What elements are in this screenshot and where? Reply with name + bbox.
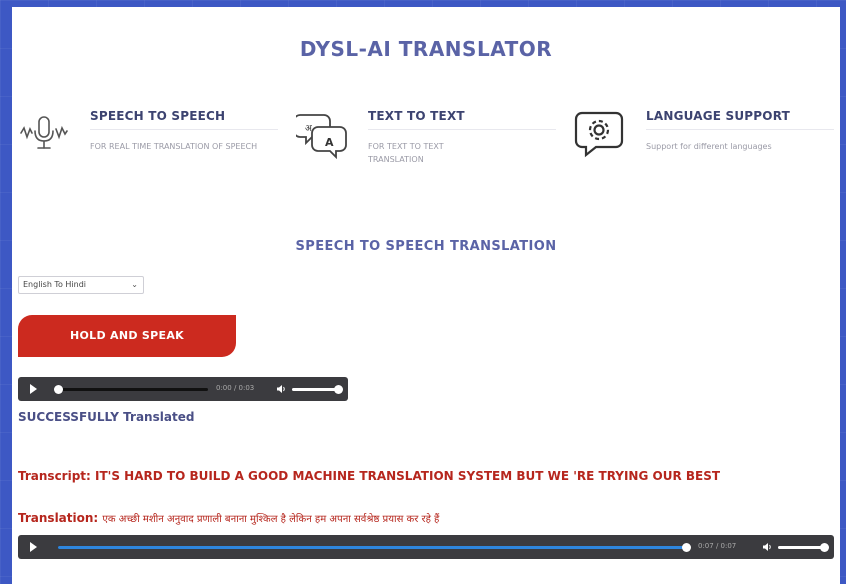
volume-thumb[interactable] [820, 543, 829, 552]
seek-bar[interactable] [54, 385, 208, 394]
volume-slider[interactable] [778, 543, 829, 552]
play-icon[interactable] [30, 384, 37, 394]
feature-speech-to-speech: SPEECH TO SPEECH FOR REAL TIME TRANSLATI… [18, 105, 280, 185]
feature-divider [646, 129, 834, 130]
feature-description: FOR REAL TIME TRANSLATION OF SPEECH [90, 142, 258, 151]
microphone-wave-icon [20, 116, 68, 149]
feature-title: LANGUAGE SUPPORT [646, 109, 790, 123]
settings-chat-icon [574, 111, 624, 158]
translation-label: Translation: [18, 511, 99, 525]
feature-description: Support for different languages [646, 142, 772, 151]
audio-player-input: 0:00 / 0:03 [18, 377, 348, 401]
translation-text: Translation: एक अच्छी मशीन अनुवाद प्रणाल… [18, 510, 836, 528]
transcript-label: Transcript: [18, 469, 91, 483]
language-select[interactable]: English To Hindi ⌄ [18, 276, 144, 294]
translation-value: एक अच्छी मशीन अनुवाद प्रणाली बनाना मुश्क… [102, 514, 440, 525]
transcript-value: IT'S HARD TO BUILD A GOOD MACHINE TRANSL… [95, 469, 721, 483]
feature-description: FOR TEXT TO TEXT TRANSLATION [368, 142, 444, 164]
volume-slider[interactable] [292, 385, 343, 394]
time-display: 0:00 / 0:03 [216, 384, 255, 392]
seek-bar[interactable] [58, 543, 691, 552]
volume-thumb[interactable] [334, 385, 343, 394]
seek-thumb[interactable] [682, 543, 691, 552]
app-title: DYSL-AI TRANSLATOR [299, 37, 553, 61]
svg-text:A: A [325, 136, 334, 149]
audio-player-output: 0:07 / 0:07 [18, 535, 834, 559]
feature-text-to-text: अ A TEXT TO TEXT FOR TEXT TO TEXT TRANSL… [296, 105, 558, 185]
feature-title: SPEECH TO SPEECH [90, 109, 226, 123]
chevron-down-icon: ⌄ [131, 280, 138, 289]
volume-icon[interactable] [276, 384, 286, 394]
feature-language-support: LANGUAGE SUPPORT Support for different l… [574, 105, 838, 185]
time-display: 0:07 / 0:07 [698, 542, 737, 550]
feature-divider [368, 129, 556, 130]
translate-bubbles-icon: अ A [296, 114, 347, 159]
feature-title: TEXT TO TEXT [368, 109, 465, 123]
svg-text:अ: अ [305, 124, 313, 134]
volume-icon[interactable] [762, 542, 772, 552]
language-select-value: English To Hindi [23, 280, 87, 289]
hold-and-speak-button[interactable]: HOLD AND SPEAK [18, 315, 236, 357]
status-message: SUCCESSFULLY Translated [18, 410, 195, 424]
main-panel: DYSL-AI TRANSLATOR SPEECH TO SPEECH FOR … [12, 7, 840, 584]
section-title: SPEECH TO SPEECH TRANSLATION [295, 239, 557, 254]
feature-divider [90, 129, 278, 130]
seek-thumb[interactable] [54, 385, 63, 394]
transcript-text: Transcript: IT'S HARD TO BUILD A GOOD MA… [18, 467, 836, 485]
play-icon[interactable] [30, 542, 37, 552]
seek-bar-fill [58, 546, 686, 549]
